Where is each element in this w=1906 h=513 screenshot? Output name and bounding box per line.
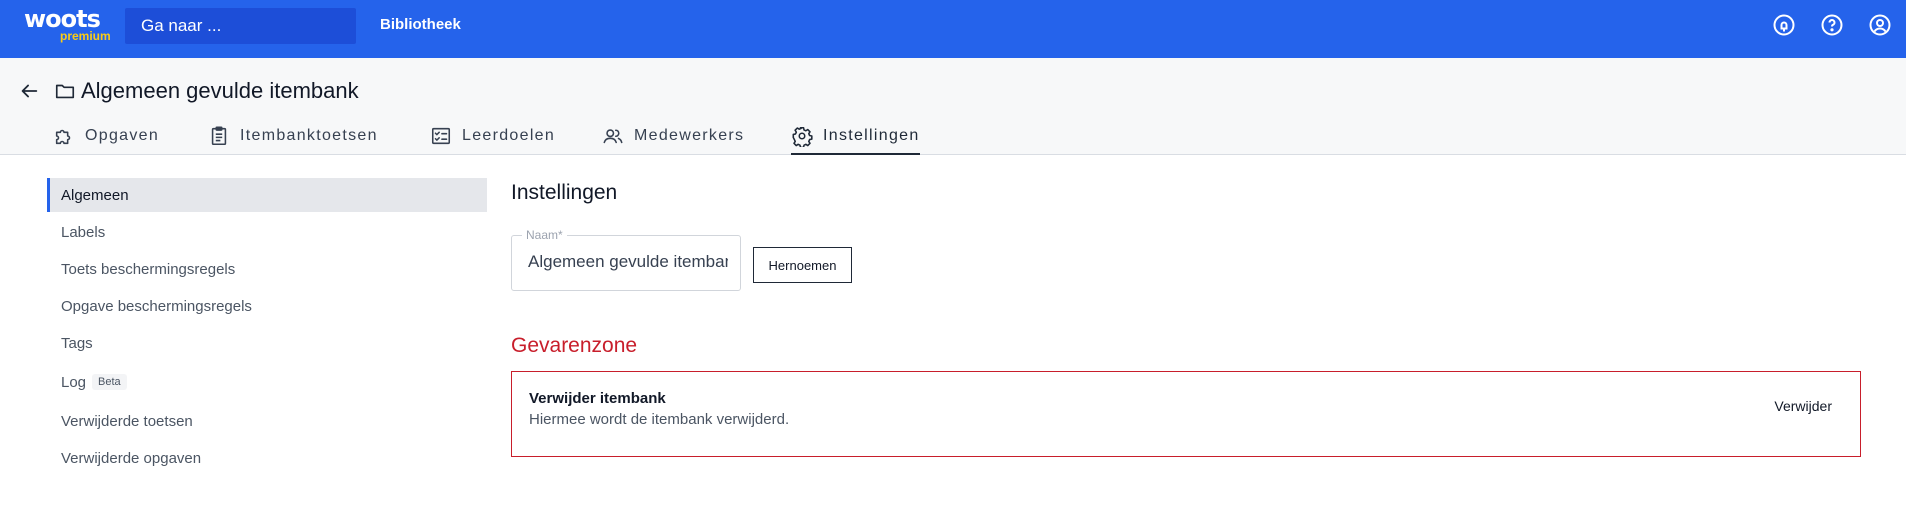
nav-library-link[interactable]: Bibliotheek xyxy=(380,16,461,33)
sidebar-item-label: Algemeen xyxy=(61,186,129,204)
tab-medewerkers[interactable]: Medewerkers xyxy=(602,116,744,155)
woots-logo[interactable]: woots premium xyxy=(24,6,111,48)
page-title: Algemeen gevulde itembank xyxy=(81,78,359,103)
checklist-icon xyxy=(431,127,451,145)
danger-zone-title: Gevarenzone xyxy=(511,334,638,357)
sidebar-item-opgave-beschermingsregels[interactable]: Opgave beschermingsregels xyxy=(47,289,487,323)
account-icon[interactable] xyxy=(1868,13,1892,37)
tab-label: Itembanktoetsen xyxy=(240,127,378,144)
name-field[interactable]: Naam* xyxy=(511,228,741,291)
notifications-icon[interactable] xyxy=(1772,13,1796,37)
sidebar-item-label: Tags xyxy=(61,334,93,352)
sidebar-item-label: Labels xyxy=(61,223,106,241)
sidebar-item-label: Log xyxy=(61,373,87,391)
tab-itembanktoetsen[interactable]: Itembanktoetsen xyxy=(208,116,378,155)
page-header: Algemeen gevulde itembank Opgaven Itemba… xyxy=(0,58,1906,155)
danger-zone-box: Verwijder itembank Hiermee wordt de item… xyxy=(511,371,1861,457)
sidebar-item-algemeen[interactable]: Algemeen xyxy=(47,178,487,212)
folder-icon xyxy=(54,80,76,102)
sidebar-item-tags[interactable]: Tags xyxy=(47,326,487,360)
section-title: Instellingen xyxy=(511,181,618,204)
tab-opgaven[interactable]: Opgaven xyxy=(53,116,159,155)
sidebar-item-toets-beschermingsregels[interactable]: Toets beschermingsregels xyxy=(47,252,487,286)
name-input[interactable] xyxy=(528,252,728,272)
sidebar-item-verwijderde-toetsen[interactable]: Verwijderde toetsen xyxy=(47,404,487,438)
delete-itembank-description: Hiermee wordt de itembank verwijderd. xyxy=(529,411,790,428)
sidebar-item-label: Verwijderde toetsen xyxy=(61,412,193,430)
clipboard-icon xyxy=(211,126,227,146)
sidebar-item-log[interactable]: Log Beta xyxy=(47,365,487,399)
delete-button[interactable]: Verwijder xyxy=(1774,398,1832,414)
back-arrow-icon[interactable] xyxy=(18,80,40,102)
sidebar-item-label: Opgave beschermingsregels xyxy=(61,297,252,315)
name-field-label: Naam* xyxy=(522,228,567,242)
tab-label: Medewerkers xyxy=(634,127,745,144)
help-icon[interactable] xyxy=(1820,13,1844,37)
rename-button[interactable]: Hernoemen xyxy=(753,247,852,283)
search-input[interactable]: Ga naar ... xyxy=(125,8,356,44)
sidebar-item-labels[interactable]: Labels xyxy=(47,215,487,249)
tab-label: Instellingen xyxy=(823,127,920,144)
beta-badge: Beta xyxy=(92,374,127,390)
users-icon xyxy=(603,129,623,144)
sidebar-item-verwijderde-opgaven[interactable]: Verwijderde opgaven xyxy=(47,441,487,475)
puzzle-icon xyxy=(55,129,71,145)
delete-itembank-heading: Verwijder itembank xyxy=(529,390,666,407)
tab-leerdoelen[interactable]: Leerdoelen xyxy=(430,116,555,155)
top-navigation-bar: woots premium Ga naar ... Bibliotheek xyxy=(0,0,1906,58)
tab-instellingen[interactable]: Instellingen xyxy=(791,116,920,155)
logo-subtitle: premium xyxy=(60,29,111,43)
tab-label: Opgaven xyxy=(85,127,160,144)
sidebar-item-label: Toets beschermingsregels xyxy=(61,260,236,278)
sidebar-item-label: Verwijderde opgaven xyxy=(61,449,202,467)
gear-icon xyxy=(792,126,813,147)
tab-bar: Opgaven Itembanktoetsen Leerdoelen Medew… xyxy=(0,116,1906,155)
tab-label: Leerdoelen xyxy=(462,127,556,144)
